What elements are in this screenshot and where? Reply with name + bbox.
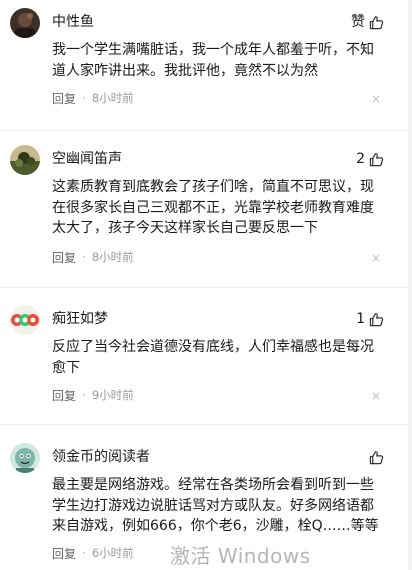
reply-button[interactable]: 回复 xyxy=(52,90,76,107)
reply-button[interactable]: 回复 xyxy=(52,387,76,404)
comment-text: 我一个学生满嘴脏话，我一个成年人都羞于听，不知 道人家咋讲出来。我批评他，竟然不… xyxy=(52,42,374,79)
like-button[interactable] xyxy=(365,446,384,468)
avatar[interactable] xyxy=(10,443,40,473)
comment-text: 最主要是网络游戏。经常在各类场所会看到听到一些 学生边打游戏边说脏话骂对方或队友… xyxy=(52,477,379,534)
meta-separator: · xyxy=(82,91,86,105)
like-count: 赞 xyxy=(351,14,365,30)
like-button[interactable]: 1 xyxy=(356,308,384,330)
avatar-photo-landscape-icon xyxy=(10,145,40,175)
thumbs-up-icon xyxy=(369,152,384,166)
scrollbar-track[interactable] xyxy=(408,0,412,570)
thumbs-up-icon xyxy=(369,312,384,326)
avatar[interactable] xyxy=(10,8,40,38)
divider xyxy=(0,130,412,131)
avatar-cartoon-character-icon xyxy=(10,443,40,473)
comment-text: 反应了当今社会道德没有底线，人们幸福感也是每况 愈下 xyxy=(52,339,374,376)
comment-meta: 回复 · 8小时前 xyxy=(52,90,134,106)
timestamp: 8小时前 xyxy=(91,250,134,264)
meta-separator: · xyxy=(82,388,86,402)
username[interactable]: 中性鱼 xyxy=(52,13,94,31)
timestamp: 8小时前 xyxy=(91,91,134,105)
comment-item: 痴狂如梦 1 反应了当今社会道德没有底线，人们幸福感也是每况 愈下 回复 · 9… xyxy=(0,305,412,415)
avatar[interactable] xyxy=(10,145,40,175)
like-button[interactable]: 赞 xyxy=(351,11,384,33)
close-icon[interactable]: × xyxy=(370,252,382,264)
reply-button[interactable]: 回复 xyxy=(52,545,76,562)
timestamp: 6小时前 xyxy=(91,546,134,560)
comment-meta: 回复 · 8小时前 xyxy=(52,249,134,265)
reply-button[interactable]: 回复 xyxy=(52,249,76,266)
like-count: 2 xyxy=(356,151,365,167)
thumbs-up-icon xyxy=(369,450,384,464)
comment-text: 这素质教育到底教会了孩子们啥，简直不可思议，现 在很多家长自己三观都不正，光靠学… xyxy=(52,179,374,236)
thumbs-up-icon xyxy=(369,15,384,29)
timestamp: 9小时前 xyxy=(91,388,134,402)
activate-windows-watermark: 激活 Windows xyxy=(170,544,311,568)
meta-separator: · xyxy=(82,546,86,560)
close-icon[interactable]: × xyxy=(370,93,382,105)
username[interactable]: 痴狂如梦 xyxy=(52,310,108,328)
username[interactable]: 空幽闻笛声 xyxy=(52,150,122,168)
like-button[interactable]: 2 xyxy=(356,148,384,170)
like-count: 1 xyxy=(356,311,365,327)
comment-item: 中性鱼 赞 我一个学生满嘴脏话，我一个成年人都羞于听，不知 道人家咋讲出来。我批… xyxy=(0,8,412,120)
meta-separator: · xyxy=(82,250,86,264)
divider xyxy=(0,424,412,425)
comment-meta: 回复 · 9小时前 xyxy=(52,387,134,403)
avatar-photo-dark-icon xyxy=(10,8,40,38)
divider xyxy=(0,287,412,288)
avatar-colorful-dots-icon xyxy=(10,305,40,335)
close-icon[interactable]: × xyxy=(370,390,382,402)
avatar[interactable] xyxy=(10,305,40,335)
comment-item: 空幽闻笛声 2 这素质教育到底教会了孩子们啥，简直不可思议，现 在很多家长自己三… xyxy=(0,145,412,275)
username[interactable]: 领金币的阅读者 xyxy=(52,448,150,466)
comment-meta: 回复 · 6小时前 xyxy=(52,545,134,561)
